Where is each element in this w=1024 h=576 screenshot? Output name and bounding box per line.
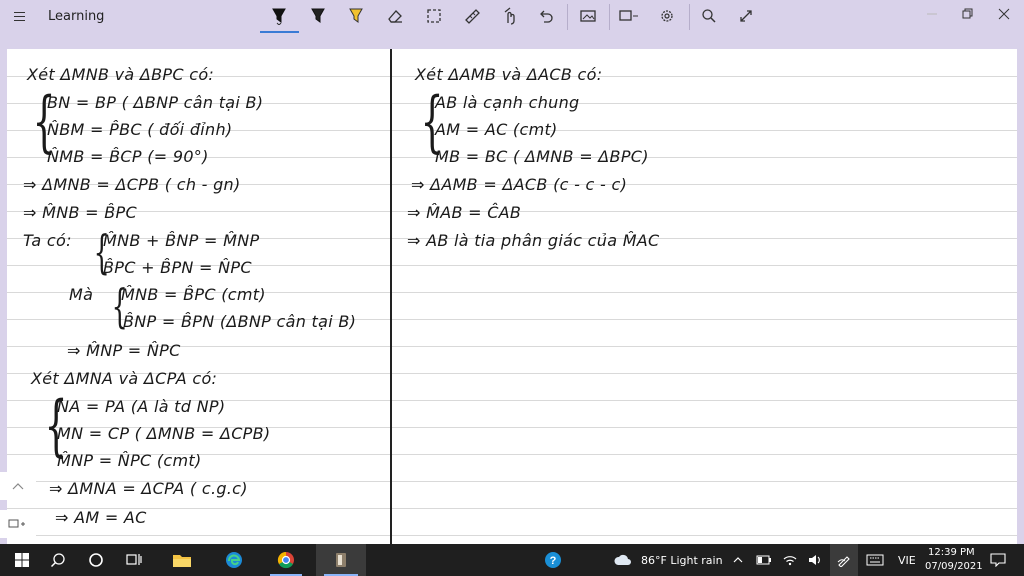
note-line: ⇒ M̂NP = N̂PC [67, 341, 181, 360]
note-line: ⇒ M̂AB = ĈAB [407, 203, 522, 222]
volume-icon[interactable] [803, 544, 827, 576]
note-line: Ta có: [23, 231, 72, 250]
expand-icon[interactable] [731, 5, 761, 27]
task-view-icon[interactable] [112, 544, 156, 576]
minimize-icon[interactable] [917, 4, 947, 24]
pen-workspace-icon[interactable] [830, 544, 858, 576]
weather-text[interactable]: 86°F Light rain [641, 554, 723, 567]
wifi-icon[interactable] [778, 544, 802, 576]
ink-canvas[interactable]: Xét ΔMNB và ΔBPC có: { BN = BP ( ΔBNP câ… [7, 49, 1017, 544]
note-line: MB = BC ( ΔMNB = ΔBPC) [435, 147, 649, 166]
language-indicator[interactable]: VIE [898, 554, 916, 567]
settings-icon[interactable] [652, 5, 682, 27]
clock-date[interactable]: 07/09/2021 [925, 561, 983, 572]
edge-browser-icon[interactable] [212, 544, 256, 576]
toolbar-separator [689, 4, 690, 30]
active-tool-indicator [260, 31, 299, 33]
ruler-icon[interactable] [457, 5, 487, 27]
close-icon[interactable] [989, 4, 1019, 24]
collapse-up-icon[interactable] [0, 472, 36, 500]
search-icon[interactable] [694, 5, 724, 27]
note-line: ⇒ M̂NB = B̂PC [23, 203, 137, 222]
note-line: ⇒ ΔAMB = ΔACB (c - c - c) [411, 175, 628, 194]
note-line: ⇒ AB là tia phân giác của M̂AC [407, 231, 660, 250]
add-image-icon[interactable] [573, 5, 603, 27]
note-line: Xét ΔAMB và ΔACB có: [415, 65, 603, 84]
note-line: ⇒ ΔMNA = ΔCPA ( c.g.c) [49, 479, 248, 498]
eraser-icon[interactable] [380, 5, 410, 27]
note-line: M̂NB + B̂NP = M̂NP [103, 231, 260, 250]
highlighter-icon[interactable] [341, 5, 371, 27]
clock-time[interactable]: 12:39 PM [928, 547, 975, 558]
note-line: AB là cạnh chung [435, 93, 580, 112]
touch-writing-icon[interactable] [495, 5, 525, 27]
note-line: Xét ΔMNA và ΔCPA có: [31, 369, 218, 388]
note-line: MN = CP ( ΔMNB = ΔCPB) [57, 424, 271, 443]
toolbar-separator [567, 4, 568, 30]
undo-icon[interactable] [531, 5, 561, 27]
toolbar-separator [609, 4, 610, 30]
svg-text:?: ? [550, 555, 557, 567]
title-bar: Learning [0, 0, 1024, 34]
help-icon[interactable]: ? [531, 544, 575, 576]
pen-black-icon[interactable] [264, 5, 294, 27]
whiteboard-app-icon[interactable] [316, 544, 366, 576]
app-title: Learning [48, 9, 105, 24]
note-line: N̂MB = B̂CP (= 90°) [47, 147, 209, 166]
chevron-up-icon[interactable] [726, 544, 750, 576]
weather-cloud-icon[interactable] [608, 544, 638, 576]
ink-app-window: Learning Xét ΔMNB và ΔBPC có: {BN = BP … [0, 0, 1024, 544]
notification-icon[interactable] [985, 544, 1011, 576]
file-explorer-icon[interactable] [160, 544, 204, 576]
touch-keyboard-icon[interactable] [861, 544, 889, 576]
note-line: B̂NP = B̂PN (ΔBNP cân tại B) [123, 312, 357, 331]
note-line: N̂BM = P̂BC ( đối đỉnh) [47, 120, 233, 139]
page-view-icon[interactable] [0, 510, 36, 538]
note-line: B̂PC + B̂PN = N̂PC [103, 258, 252, 277]
note-line: ⇒ ΔMNB = ΔCPB ( ch - gn) [23, 175, 241, 194]
maximize-icon[interactable] [952, 4, 982, 24]
note-line: M̂NP = N̂PC (cmt) [57, 451, 202, 470]
note-line: M̂NB = B̂PC (cmt) [121, 285, 266, 304]
lasso-select-icon[interactable] [419, 5, 449, 27]
note-line: NA = PA (A là td NP) [57, 397, 226, 416]
pen-dark-icon[interactable] [303, 5, 333, 27]
note-line: AM = AC (cmt) [435, 120, 558, 139]
windows-taskbar: ? 86°F Light rain VIE 12:39 PM 07/09/202… [0, 544, 1024, 576]
chrome-browser-icon[interactable] [264, 544, 308, 576]
note-line: BN = BP ( ΔBNP cân tại B) [47, 93, 264, 112]
note-line: Mà [69, 285, 94, 304]
column-divider-line [390, 49, 392, 544]
note-line: Xét ΔMNB và ΔBPC có: [27, 65, 215, 84]
menu-icon[interactable] [10, 8, 30, 24]
shapes-icon[interactable] [614, 5, 644, 27]
battery-icon[interactable] [752, 544, 776, 576]
note-line: ⇒ AM = AC [55, 508, 147, 527]
